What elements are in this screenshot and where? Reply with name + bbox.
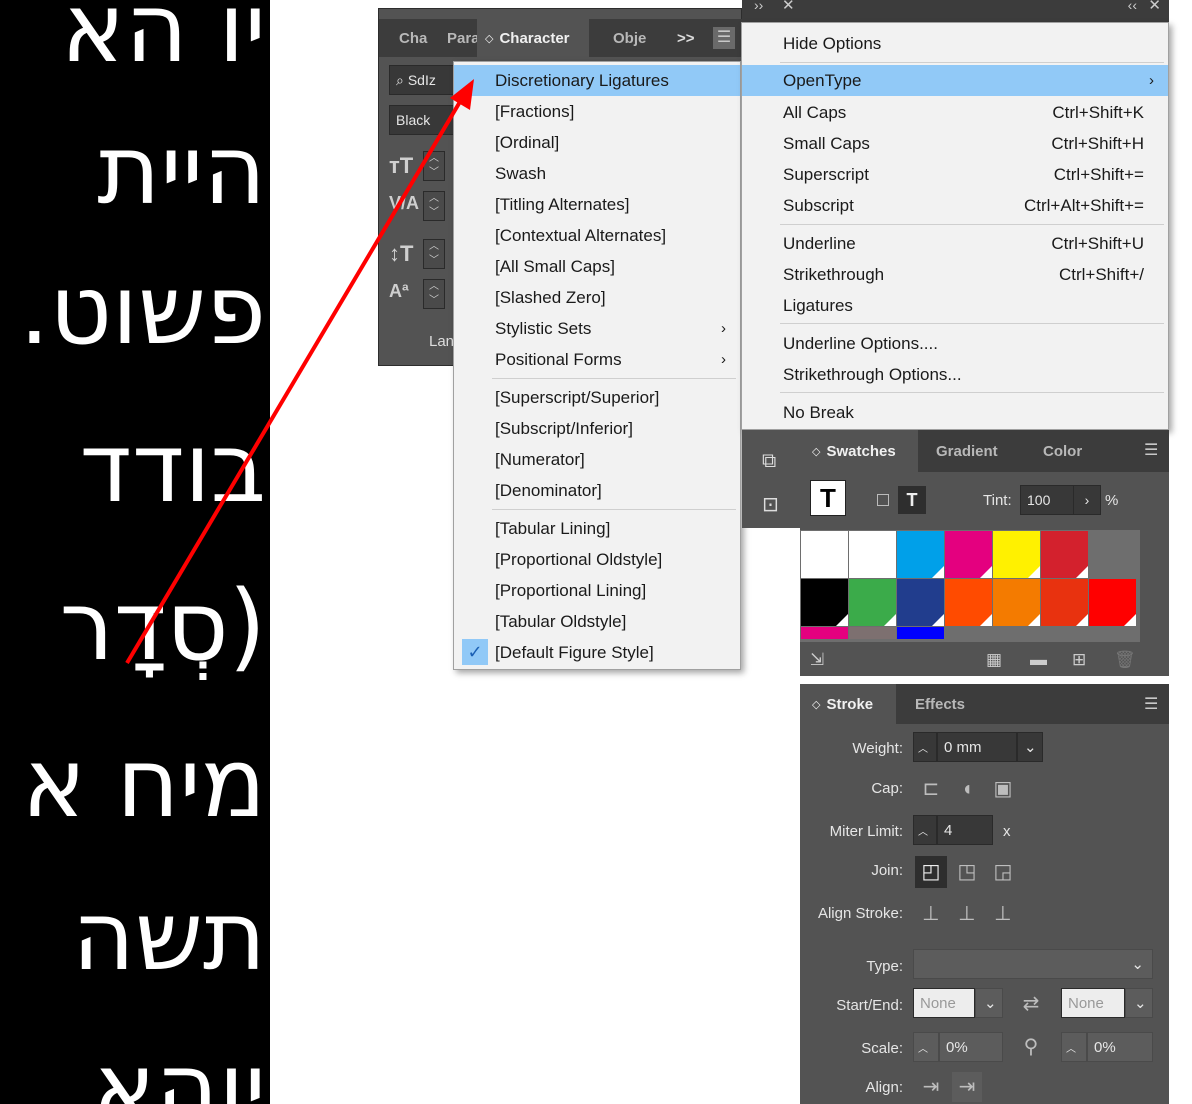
screen: יו הא היית פשוט. בודד (סְדָר מיח א תשה י…	[0, 0, 1192, 1104]
annotation-arrow	[125, 79, 474, 665]
annotation-arrow-line	[125, 93, 466, 665]
annotation-arrow-head	[450, 79, 474, 110]
